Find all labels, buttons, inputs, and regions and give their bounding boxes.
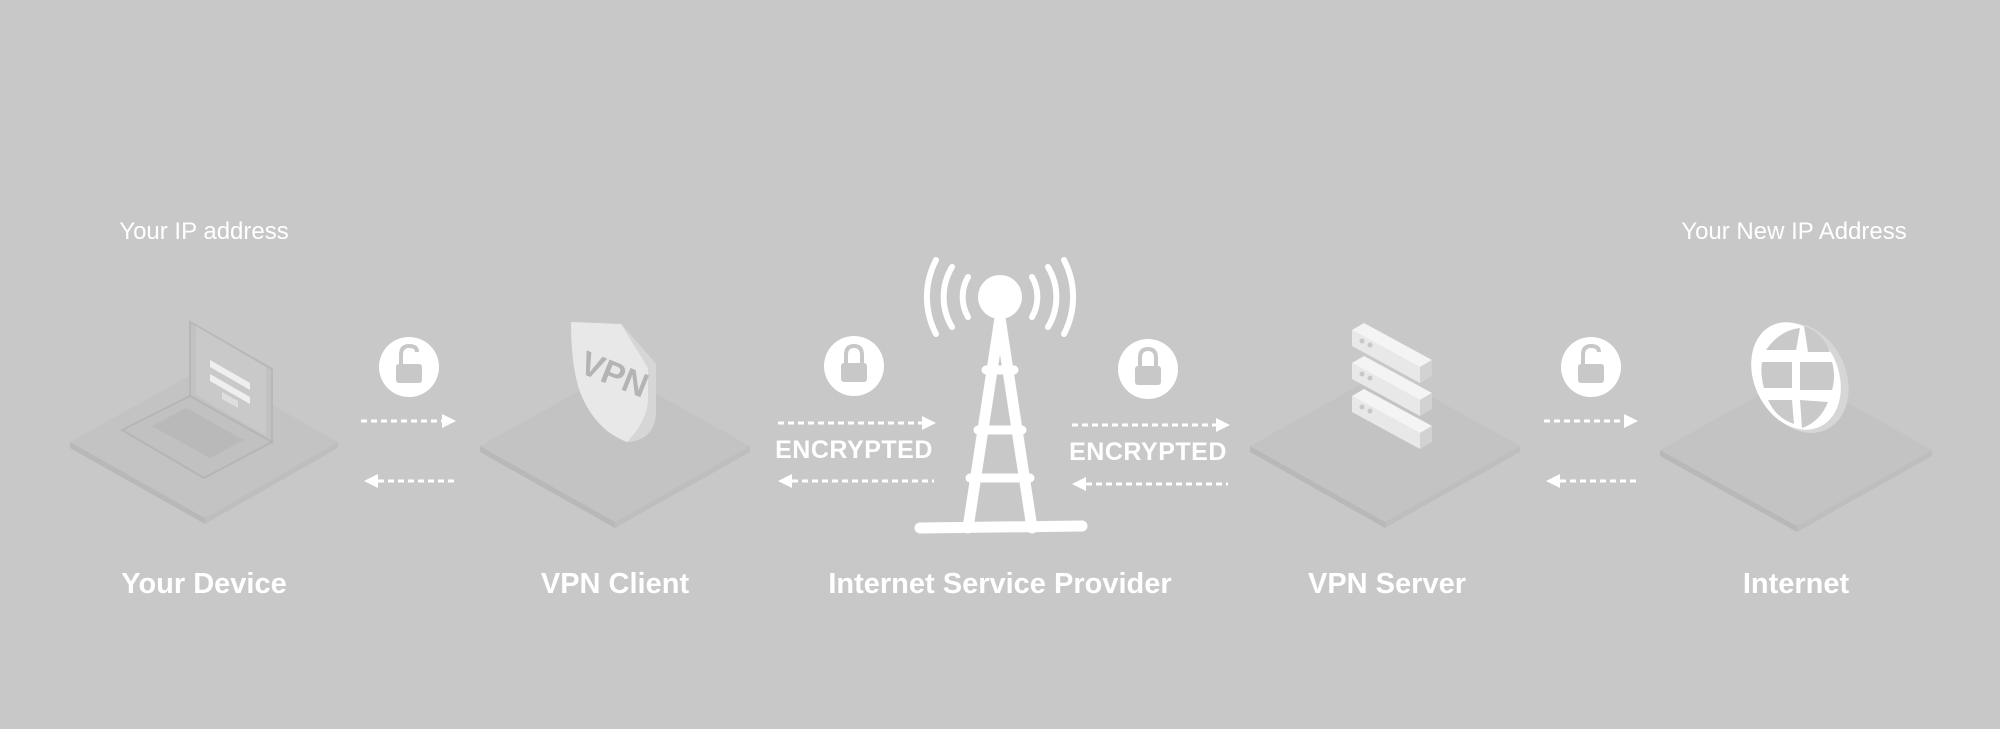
- link-3-lock-locked-icon: [1118, 339, 1178, 399]
- radio-tower-icon: [914, 257, 1088, 534]
- node-label-isp: Internet Service Provider: [828, 568, 1172, 600]
- link-4-lock-unlocked-icon: [1561, 337, 1621, 397]
- link-1-lock-unlocked-icon: [379, 337, 439, 397]
- node-label-vpn-server: VPN Server: [1308, 568, 1466, 600]
- link-2-encrypted-label: ENCRYPTED: [775, 436, 933, 464]
- node-label-vpn-client: VPN Client: [540, 568, 690, 600]
- node-label-internet: Internet: [1742, 568, 1850, 600]
- vpn-diagram: VPN Your IP address Your New IP Address …: [0, 0, 2000, 729]
- node-label-your-device: Your Device: [121, 568, 287, 600]
- link-2-lock-locked-icon: [824, 336, 884, 396]
- link-3-encrypted-label: ENCRYPTED: [1069, 438, 1227, 466]
- diagram-canvas: VPN: [70, 257, 1932, 534]
- your-ip-label: Your IP address: [119, 218, 289, 245]
- new-ip-label: Your New IP Address: [1681, 218, 1907, 245]
